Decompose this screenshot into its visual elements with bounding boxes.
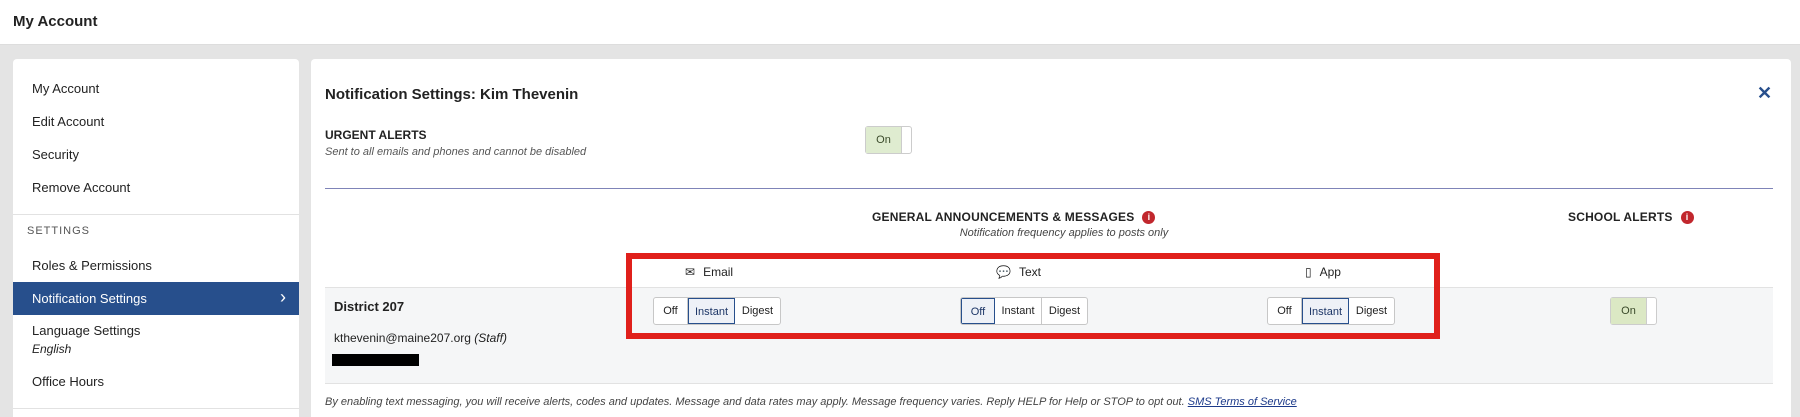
envelope-icon: ✉ — [685, 265, 696, 279]
close-icon[interactable]: ✕ — [1757, 83, 1772, 104]
email-frequency-selector: Off Instant Digest — [653, 297, 781, 325]
text-off-option[interactable]: Off — [961, 298, 995, 324]
sidebar-divider — [13, 408, 299, 409]
sidebar-item-edit-account[interactable]: Edit Account — [13, 105, 299, 138]
sidebar-divider — [13, 214, 299, 215]
sidebar-item-language-settings[interactable]: Language Settings English — [13, 323, 299, 356]
app-digest-option[interactable]: Digest — [1349, 298, 1394, 324]
email-channel-label: Email — [703, 265, 734, 279]
sidebar-item-label: Language Settings — [32, 323, 141, 338]
speech-bubble-icon: 💬 — [996, 265, 1011, 279]
text-channel-label: Text — [1018, 265, 1041, 279]
school-alerts-toggle[interactable]: On — [1610, 297, 1657, 325]
sms-disclaimer-text: By enabling text messaging, you will rec… — [325, 396, 1185, 408]
urgent-alerts-subtitle: Sent to all emails and phones and cannot… — [325, 146, 587, 158]
sidebar-item-sublabel: English — [32, 342, 72, 356]
redaction-bar — [332, 354, 419, 366]
sidebar-item-label: Notification Settings — [32, 291, 147, 306]
district-email: kthevenin@maine207.org (Staff) — [334, 331, 507, 345]
sidebar: My Account Edit Account Security Remove … — [13, 59, 299, 417]
sidebar-settings-heading: SETTINGS — [27, 225, 91, 237]
sidebar-item-office-hours[interactable]: Office Hours — [13, 365, 299, 398]
info-icon[interactable]: i — [1142, 211, 1156, 224]
app-frequency-selector: Off Instant Digest — [1267, 297, 1395, 325]
sms-disclaimer: By enabling text messaging, you will rec… — [325, 396, 1297, 408]
panel-title: Notification Settings: Kim Thevenin — [325, 86, 579, 103]
role-label: (Staff) — [474, 331, 507, 345]
phone-icon: ▯ — [1305, 265, 1312, 279]
app-channel-header: ▯ App — [1305, 265, 1341, 279]
chevron-right-icon: › — [280, 287, 286, 307]
urgent-alerts-toggle[interactable]: On — [865, 126, 912, 154]
app-channel-label: App — [1319, 265, 1341, 279]
school-alerts-label: SCHOOL ALERTS — [1568, 210, 1673, 224]
sidebar-item-my-account[interactable]: My Account — [13, 72, 299, 105]
email-off-option[interactable]: Off — [654, 298, 688, 324]
app-instant-option[interactable]: Instant — [1302, 298, 1349, 324]
app-off-option[interactable]: Off — [1268, 298, 1302, 324]
sidebar-item-roles-permissions[interactable]: Roles & Permissions — [13, 249, 299, 282]
text-instant-option[interactable]: Instant — [995, 298, 1042, 324]
sidebar-item-remove-account[interactable]: Remove Account — [13, 171, 299, 204]
text-digest-option[interactable]: Digest — [1042, 298, 1087, 324]
general-announcements-heading: GENERAL ANNOUNCEMENTS & MESSAGES i — [872, 210, 1156, 224]
general-announcements-label: GENERAL ANNOUNCEMENTS & MESSAGES — [872, 210, 1135, 224]
section-divider — [325, 188, 1773, 189]
text-frequency-selector: Off Instant Digest — [960, 297, 1088, 325]
info-icon[interactable]: i — [1680, 211, 1694, 224]
sidebar-item-security[interactable]: Security — [13, 138, 299, 171]
email-digest-option[interactable]: Digest — [735, 298, 780, 324]
school-alerts-heading: SCHOOL ALERTS i — [1568, 210, 1694, 224]
sidebar-item-notification-settings[interactable]: Notification Settings › — [13, 282, 299, 315]
text-channel-header: 💬 Text — [996, 265, 1041, 279]
top-bar: My Account — [0, 0, 1800, 45]
toggle-on-label: On — [866, 127, 902, 153]
urgent-alerts-title: URGENT ALERTS — [325, 128, 427, 142]
email-channel-header: ✉ Email — [685, 265, 733, 279]
sms-terms-link[interactable]: SMS Terms of Service — [1188, 396, 1297, 408]
district-name: District 207 — [334, 299, 405, 314]
email-instant-option[interactable]: Instant — [688, 298, 735, 324]
toggle-on-label: On — [1611, 298, 1647, 324]
page-title: My Account — [13, 13, 98, 30]
email-address: kthevenin@maine207.org — [334, 331, 471, 345]
notification-settings-panel: Notification Settings: Kim Thevenin ✕ UR… — [311, 59, 1791, 417]
frequency-note: Notification frequency applies to posts … — [959, 227, 1169, 239]
